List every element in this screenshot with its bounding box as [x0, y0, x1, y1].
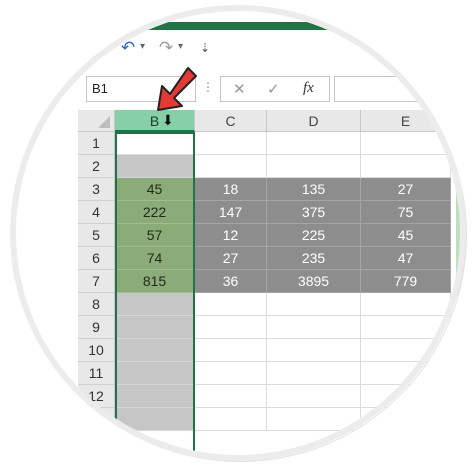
cell-c13[interactable]	[195, 408, 267, 431]
row-header-12[interactable]: 12	[78, 385, 115, 408]
select-all-icon	[98, 116, 110, 128]
undo-dropdown-icon[interactable]: ▾	[140, 41, 145, 52]
cell-b8[interactable]	[115, 293, 195, 316]
cell-c9[interactable]	[195, 316, 267, 339]
cell-c1[interactable]	[195, 132, 267, 155]
row-header-5[interactable]: 5	[78, 224, 115, 247]
cell-d13[interactable]	[267, 408, 361, 431]
row-header-9[interactable]: 9	[78, 316, 115, 339]
cell-c5[interactable]: 12	[195, 224, 267, 247]
cell-c12[interactable]	[195, 385, 267, 408]
next-column-selection-edge	[456, 180, 466, 296]
cell-b4[interactable]: 222	[115, 201, 195, 224]
redo-icon[interactable]: ↷	[156, 36, 176, 60]
cell-c8[interactable]	[195, 293, 267, 316]
undo-icon[interactable]: ↶	[118, 36, 138, 60]
circle-clip: ↶ ▾ ↷ ▾ ⇣ B1 ⋮ ✕ ✓ fx BCDE 1 2 3 4 5 6 7 8 9 10 11…	[14, 9, 466, 461]
cell-b11[interactable]	[115, 362, 195, 385]
cell-d12[interactable]	[267, 385, 361, 408]
cell-b9[interactable]	[115, 316, 195, 339]
cell-c7[interactable]: 36	[195, 270, 267, 293]
cell-e5[interactable]: 45	[361, 224, 451, 247]
cell-c3[interactable]: 18	[195, 178, 267, 201]
column-header-b[interactable]: B	[115, 110, 195, 132]
cancel-icon[interactable]: ✕	[233, 80, 246, 98]
cell-d8[interactable]	[267, 293, 361, 316]
name-box[interactable]: B1	[86, 76, 196, 102]
cell-c4[interactable]: 147	[195, 201, 267, 224]
cell-e12[interactable]	[361, 385, 451, 408]
cell-c11[interactable]	[195, 362, 267, 385]
formula-bar-buttons: ✕ ✓ fx	[220, 76, 330, 102]
quick-access-toolbar: ↶ ▾ ↷ ▾ ⇣	[70, 36, 370, 60]
cell-e8[interactable]	[361, 293, 451, 316]
row-header-2[interactable]: 2	[78, 155, 115, 178]
cell-e13[interactable]	[361, 408, 451, 431]
cell-b5[interactable]: 57	[115, 224, 195, 247]
cell-c6[interactable]: 27	[195, 247, 267, 270]
formula-bar-splitter-icon[interactable]: ⋮	[202, 80, 215, 94]
cell-d9[interactable]	[267, 316, 361, 339]
customize-qat-icon[interactable]: ⇣	[198, 36, 212, 60]
row-header-7[interactable]: 7	[78, 270, 115, 293]
ribbon-title-strip	[128, 22, 418, 30]
column-header-d[interactable]: D	[267, 110, 361, 132]
cell-b13[interactable]	[115, 408, 195, 431]
cell-b7[interactable]: 815	[115, 270, 195, 293]
cell-b2[interactable]	[115, 155, 195, 178]
cell-d1[interactable]	[267, 132, 361, 155]
cell-d5[interactable]: 225	[267, 224, 361, 247]
formula-input[interactable]	[334, 76, 466, 102]
column-header-e[interactable]: E	[361, 110, 451, 132]
cell-e4[interactable]: 75	[361, 201, 451, 224]
row-header-11[interactable]: 11	[78, 362, 115, 385]
cell-e9[interactable]	[361, 316, 451, 339]
select-all-button[interactable]	[78, 110, 115, 132]
row-header-3[interactable]: 3	[78, 178, 115, 201]
spreadsheet-grid: BCDE 1 2 3 4 5 6 7 8 9 10 11 12 13 45 18 135 27 222 147 37…	[78, 110, 466, 461]
cell-b1[interactable]	[115, 132, 195, 155]
row-header-6[interactable]: 6	[78, 247, 115, 270]
cell-d11[interactable]	[267, 362, 361, 385]
cell-d10[interactable]	[267, 339, 361, 362]
cell-d7[interactable]: 3895	[267, 270, 361, 293]
row-header-13[interactable]: 13	[78, 408, 115, 431]
screenshot-stage: ↶ ▾ ↷ ▾ ⇣ B1 ⋮ ✕ ✓ fx BCDE 1 2 3 4 5 6 7 8 9 10 11…	[0, 0, 474, 474]
cell-e1[interactable]	[361, 132, 451, 155]
circle-content: ↶ ▾ ↷ ▾ ⇣ B1 ⋮ ✕ ✓ fx BCDE 1 2 3 4 5 6 7 8 9 10 11…	[14, 9, 466, 461]
cell-b10[interactable]	[115, 339, 195, 362]
row-header-10[interactable]: 10	[78, 339, 115, 362]
cell-e7[interactable]: 779	[361, 270, 451, 293]
enter-icon[interactable]: ✓	[267, 80, 280, 98]
column-header-c[interactable]: C	[195, 110, 267, 132]
cell-d3[interactable]: 135	[267, 178, 361, 201]
cell-d2[interactable]	[267, 155, 361, 178]
redo-dropdown-icon[interactable]: ▾	[178, 41, 183, 52]
cell-c10[interactable]	[195, 339, 267, 362]
cell-d4[interactable]: 375	[267, 201, 361, 224]
cell-e11[interactable]	[361, 362, 451, 385]
cell-e3[interactable]: 27	[361, 178, 451, 201]
column-select-cursor-icon: ⬇	[162, 112, 174, 128]
save-icon[interactable]	[92, 42, 102, 52]
cell-b6[interactable]: 74	[115, 247, 195, 270]
row-header-1[interactable]: 1	[78, 132, 115, 155]
insert-function-icon[interactable]: fx	[303, 80, 314, 97]
cell-e10[interactable]	[361, 339, 451, 362]
cell-b12[interactable]	[115, 385, 195, 408]
cell-e2[interactable]	[361, 155, 451, 178]
cell-b3[interactable]: 45	[115, 178, 195, 201]
cell-d6[interactable]: 235	[267, 247, 361, 270]
cell-e6[interactable]: 47	[361, 247, 451, 270]
row-header-4[interactable]: 4	[78, 201, 115, 224]
cell-c2[interactable]	[195, 155, 267, 178]
row-header-8[interactable]: 8	[78, 293, 115, 316]
